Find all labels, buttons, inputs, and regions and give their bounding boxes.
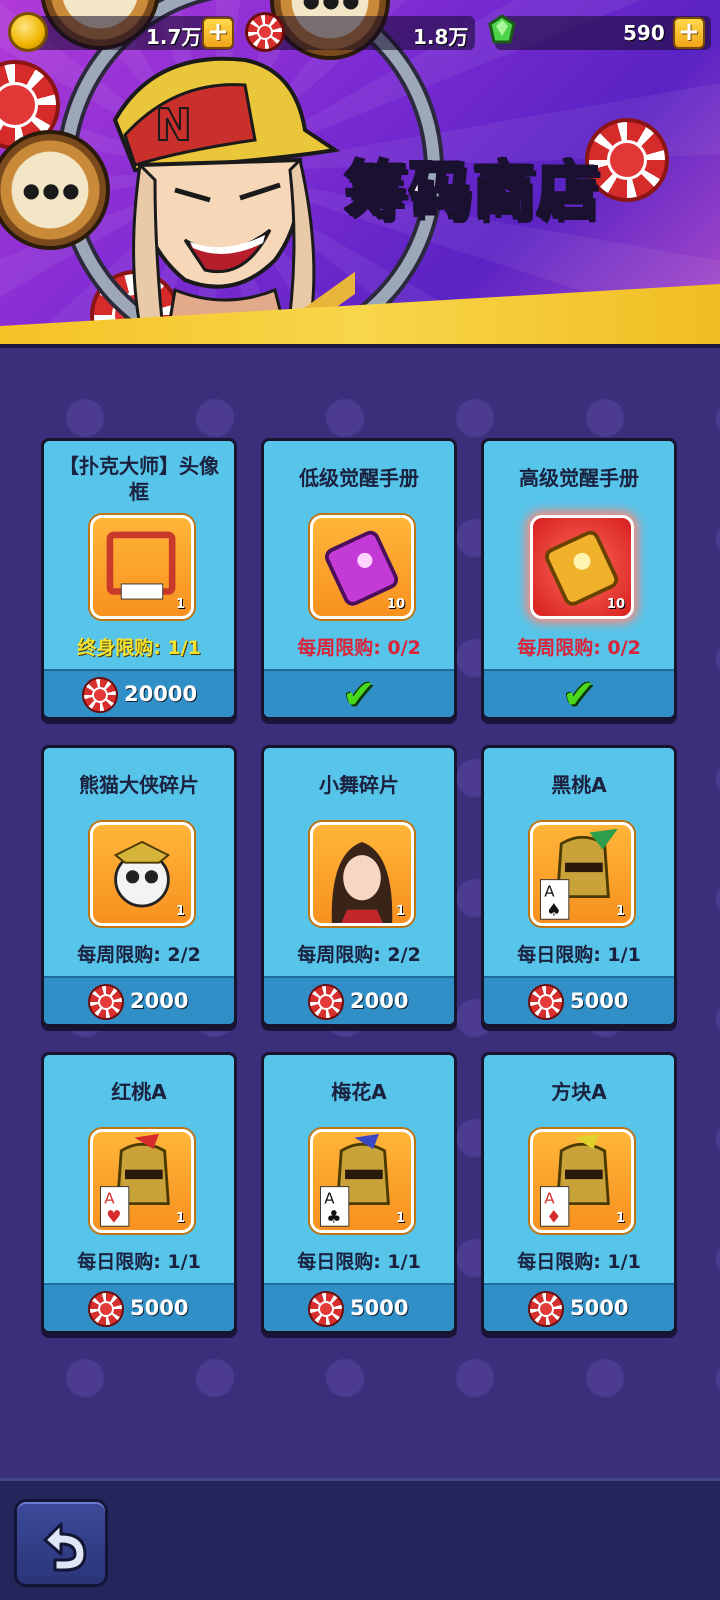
- item-price: 5000: [570, 989, 629, 1013]
- coin-icon: [8, 12, 48, 52]
- item-quantity: 1: [615, 1211, 625, 1226]
- price-footer[interactable]: 5000: [44, 1283, 234, 1331]
- awakening-book-icon: 10: [530, 515, 634, 619]
- gems-value: 590: [623, 21, 665, 45]
- purchased-footer: ✔: [484, 669, 674, 717]
- svg-text:A: A: [544, 1190, 555, 1208]
- item-name: 【扑克大师】头像框: [59, 454, 219, 504]
- purchase-limit: 每日限购: 1/1: [517, 1251, 641, 1273]
- item-name: 小舞碎片: [319, 773, 399, 797]
- purchase-limit: 每周限购: 0/2: [297, 637, 421, 659]
- shop-item-card[interactable]: 高级觉醒手册 10 每周限购: 0/2 ✔: [481, 438, 677, 720]
- item-price: 2000: [130, 989, 189, 1013]
- svg-text:♥: ♥: [106, 1206, 121, 1226]
- gem-icon: [482, 12, 522, 52]
- item-name: 高级觉醒手册: [519, 466, 639, 490]
- purchase-limit: 每周限购: 2/2: [297, 944, 421, 966]
- club-ace-icon: A ♣ 1: [310, 1129, 414, 1233]
- price-footer[interactable]: 5000: [484, 1283, 674, 1331]
- chip-icon: [88, 1291, 124, 1327]
- chip-icon: [88, 984, 124, 1020]
- chip-icon: [528, 984, 564, 1020]
- shop-item-card[interactable]: 低级觉醒手册 10 每周限购: 0/2 ✔: [261, 438, 457, 720]
- purchase-limit: 每日限购: 1/1: [517, 944, 641, 966]
- shop-item-card[interactable]: 熊猫大侠碎片 1 每周限购: 2/2 2000: [41, 745, 237, 1027]
- item-name: 低级觉醒手册: [299, 466, 419, 490]
- purchased-footer: ✔: [264, 669, 454, 717]
- chip-icon: [528, 1291, 564, 1327]
- item-name: 熊猫大侠碎片: [79, 773, 199, 797]
- svg-text:A: A: [324, 1190, 335, 1208]
- chip-icon: [245, 12, 285, 52]
- svg-text:N: N: [155, 100, 192, 151]
- chip-icon: [82, 677, 118, 713]
- coins-display: 1.7万 +: [20, 16, 234, 50]
- chip-icon: [308, 1291, 344, 1327]
- item-quantity: 1: [175, 597, 185, 612]
- item-name: 梅花A: [331, 1080, 387, 1104]
- item-price: 5000: [130, 1296, 189, 1320]
- price-footer[interactable]: 20000: [44, 669, 234, 717]
- item-quantity: 1: [615, 904, 625, 919]
- item-price: 5000: [570, 1296, 629, 1320]
- price-footer[interactable]: 2000: [44, 976, 234, 1024]
- awakening-book-icon: 10: [310, 515, 414, 619]
- shop-item-card[interactable]: 方块A A ♦ 1 每日限购: 1/1 5000: [481, 1052, 677, 1334]
- purchase-limit: 终身限购: 1/1: [77, 637, 201, 659]
- back-button[interactable]: [14, 1499, 108, 1587]
- drum-decoration-icon: [0, 130, 110, 250]
- svg-text:A: A: [104, 1190, 115, 1208]
- heart-ace-icon: A ♥ 1: [90, 1129, 194, 1233]
- purchase-limit: 每日限购: 1/1: [77, 1251, 201, 1273]
- price-footer[interactable]: 5000: [484, 976, 674, 1024]
- purchase-limit: 每周限购: 2/2: [77, 944, 201, 966]
- svg-text:♠: ♠: [546, 899, 561, 919]
- svg-text:♦: ♦: [546, 1206, 561, 1226]
- chip-icon: [308, 984, 344, 1020]
- spade-ace-icon: A ♠ 1: [530, 822, 634, 926]
- price-footer[interactable]: 5000: [264, 1283, 454, 1331]
- purchase-limit: 每周限购: 0/2: [517, 637, 641, 659]
- svg-text:♣: ♣: [326, 1206, 341, 1226]
- item-quantity: 1: [175, 1211, 185, 1226]
- currency-bar: 1.7万 + 1.8万 590 +: [0, 12, 720, 54]
- xiaowu-shard-icon: 1: [310, 822, 414, 926]
- item-price: 5000: [350, 1296, 409, 1320]
- shop-item-card[interactable]: 黑桃A A ♠ 1 每日限购: 1/1 5000: [481, 745, 677, 1027]
- character-portrait: N: [112, 56, 355, 344]
- item-quantity: 1: [395, 904, 405, 919]
- purchase-limit: 每日限购: 1/1: [297, 1251, 421, 1273]
- item-name: 方块A: [551, 1080, 607, 1104]
- diamond-ace-icon: A ♦ 1: [530, 1129, 634, 1233]
- item-price: 20000: [124, 682, 198, 706]
- shop-item-card[interactable]: 红桃A A ♥ 1 每日限购: 1/1 5000: [41, 1052, 237, 1334]
- item-name: 红桃A: [111, 1080, 167, 1104]
- avatar-frame-icon: 1: [90, 515, 194, 619]
- bottom-bar: [0, 1478, 720, 1600]
- back-arrow-icon: [43, 1522, 87, 1572]
- item-quantity: 1: [395, 1211, 405, 1226]
- item-quantity: 10: [386, 597, 405, 612]
- check-icon: ✔: [562, 672, 596, 718]
- gems-display: 590 +: [495, 16, 711, 50]
- item-name: 黑桃A: [551, 773, 607, 797]
- shop-item-card[interactable]: 梅花A A ♣ 1 每日限购: 1/1 5000: [261, 1052, 457, 1334]
- chips-display: 1.8万: [255, 16, 475, 50]
- item-price: 2000: [350, 989, 409, 1013]
- check-icon: ✔: [342, 672, 376, 718]
- shop-item-card[interactable]: 小舞碎片 1 每周限购: 2/2 2000: [261, 745, 457, 1027]
- chips-value: 1.8万: [413, 25, 469, 49]
- price-footer[interactable]: 2000: [264, 976, 454, 1024]
- shop-title: 筹码商店: [343, 153, 602, 229]
- panda-shard-icon: 1: [90, 822, 194, 926]
- item-quantity: 10: [606, 597, 625, 612]
- add-coins-button[interactable]: +: [202, 17, 234, 49]
- item-quantity: 1: [175, 904, 185, 919]
- svg-text:A: A: [544, 883, 555, 901]
- coins-value: 1.7万: [146, 25, 202, 49]
- add-gems-button[interactable]: +: [673, 17, 705, 49]
- shop-item-card[interactable]: 【扑克大师】头像框 1 终身限购: 1/1 20000: [41, 438, 237, 720]
